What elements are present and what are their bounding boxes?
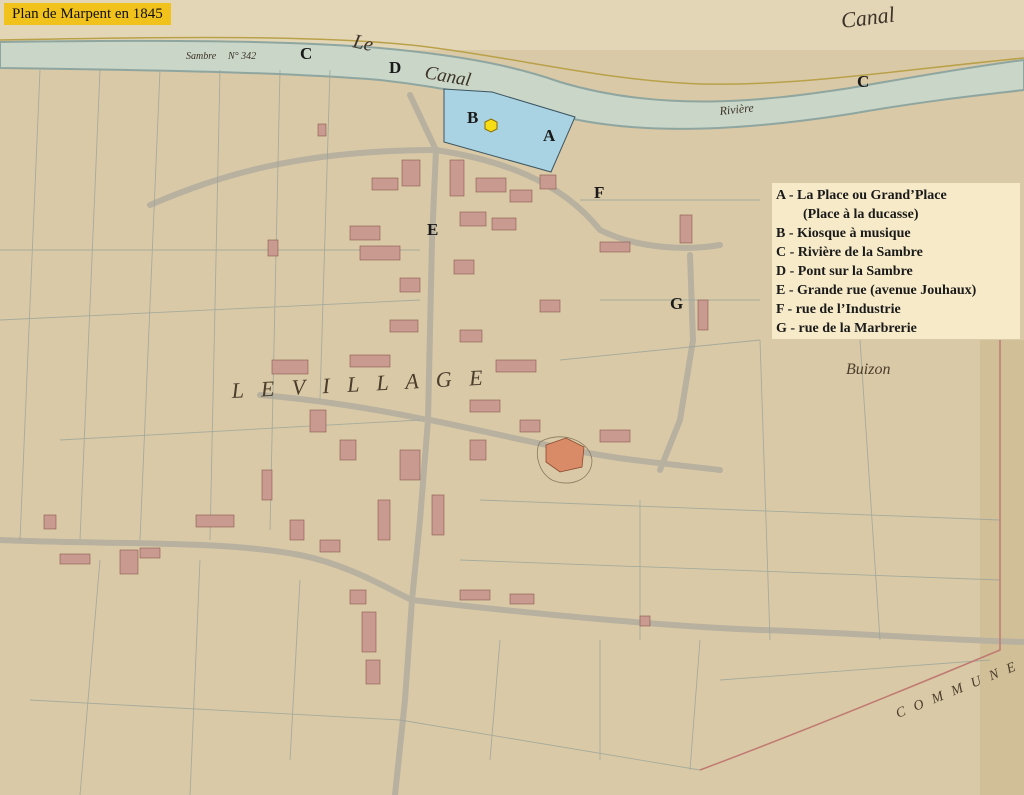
- marker-g: G: [670, 294, 684, 313]
- sambre-label: Sambre: [186, 51, 217, 62]
- building: [399, 449, 421, 481]
- marker-e: E: [427, 220, 439, 239]
- building: [371, 177, 399, 191]
- legend-item-g: G - rue de la Marbrerie: [776, 321, 917, 336]
- legend-item-b: B - Kiosque à musique: [776, 226, 911, 241]
- building: [459, 329, 483, 343]
- building: [309, 409, 327, 433]
- building: [319, 539, 341, 553]
- map-canvas: Le Canal Canal Rivière Sambre N° 342 L E…: [0, 0, 1024, 795]
- building: [139, 547, 161, 559]
- building: [267, 239, 279, 257]
- building: [639, 615, 651, 627]
- building: [271, 359, 309, 375]
- building: [349, 225, 381, 241]
- building: [539, 299, 561, 313]
- cadastral-map: Le Canal Canal Rivière Sambre N° 342 L E…: [0, 0, 1024, 795]
- building: [509, 593, 535, 605]
- building: [469, 439, 487, 461]
- marker-c-east: C: [857, 72, 870, 91]
- building: [599, 241, 631, 253]
- building: [509, 189, 533, 203]
- map-title: Plan de Marpent en 1845: [4, 3, 171, 25]
- building: [469, 399, 501, 413]
- building: [449, 159, 465, 197]
- building: [539, 174, 557, 190]
- building: [359, 245, 401, 261]
- building: [491, 217, 517, 231]
- building: [361, 611, 377, 653]
- building: [495, 359, 537, 373]
- building: [459, 211, 487, 227]
- building: [377, 499, 391, 541]
- buizon-label: Buizon: [846, 361, 890, 378]
- marker-d: D: [389, 58, 402, 77]
- building: [339, 439, 357, 461]
- building: [261, 469, 273, 501]
- legend-item-a-note: (Place à la ducasse): [803, 207, 919, 222]
- building: [289, 519, 305, 541]
- sambre-number-label: N° 342: [227, 51, 256, 62]
- building: [119, 549, 139, 575]
- marker-b: B: [467, 108, 479, 127]
- building: [349, 589, 367, 605]
- legend-item-a: A - La Place ou Grand’Place: [776, 188, 947, 203]
- kiosk-marker: [484, 118, 498, 133]
- map-legend: A - La Place ou Grand’Place (Place à la …: [772, 183, 1020, 339]
- building: [475, 177, 507, 193]
- building: [519, 419, 541, 433]
- building: [59, 553, 91, 565]
- building: [599, 429, 631, 443]
- building: [195, 514, 235, 528]
- legend-item-d: D - Pont sur la Sambre: [776, 264, 913, 279]
- building: [43, 514, 57, 530]
- building: [679, 214, 693, 244]
- paper-east: [980, 340, 1024, 795]
- building: [317, 123, 327, 137]
- building: [399, 277, 421, 293]
- building: [389, 319, 419, 333]
- marker-a: A: [543, 126, 556, 145]
- building: [431, 494, 445, 536]
- building: [697, 299, 709, 331]
- legend-item-f: F - rue de l’Industrie: [776, 302, 901, 317]
- building: [365, 659, 381, 685]
- legend-item-e: E - Grande rue (avenue Jouhaux): [776, 283, 977, 298]
- building: [459, 589, 491, 601]
- building: [401, 159, 421, 187]
- legend-item-c: C - Rivière de la Sambre: [776, 245, 923, 260]
- building: [453, 259, 475, 275]
- marker-c-west: C: [300, 44, 313, 63]
- building: [349, 354, 391, 368]
- marker-f: F: [594, 183, 605, 202]
